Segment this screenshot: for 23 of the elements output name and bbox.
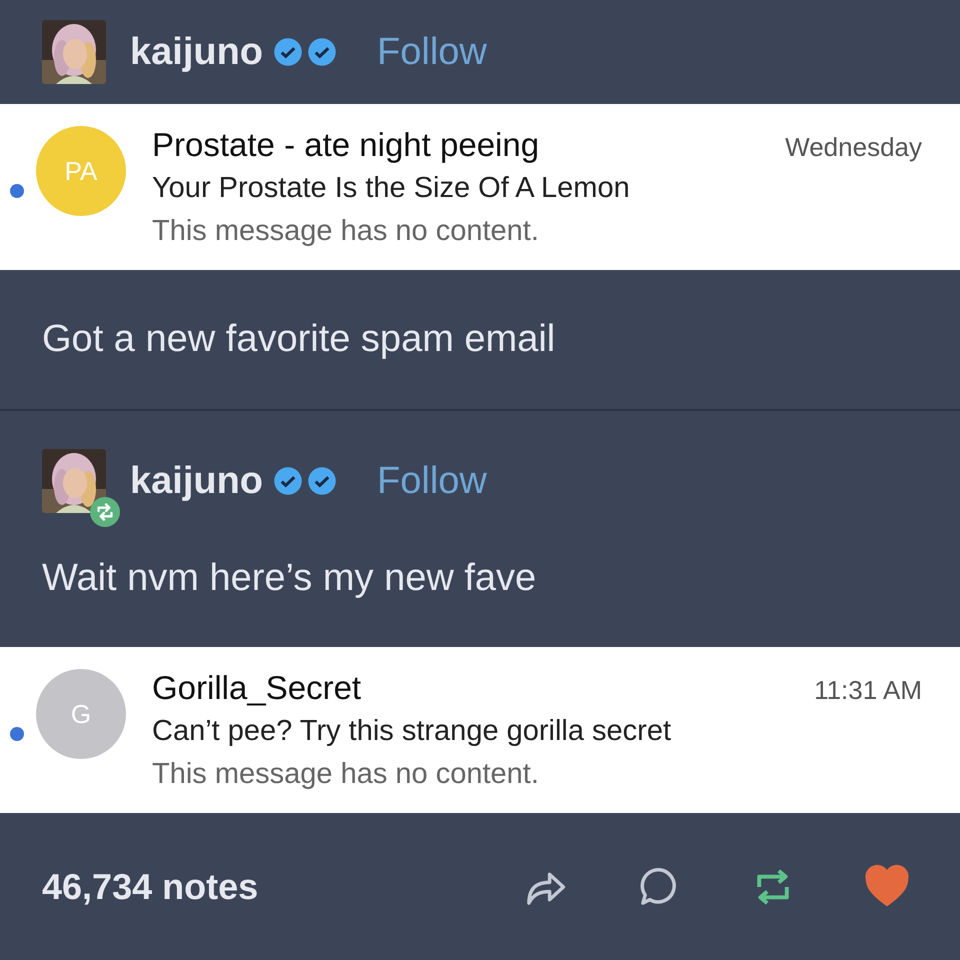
post-text: Wait nvm here’s my new fave: [42, 557, 536, 600]
verified-badge-icon: [307, 37, 338, 67]
email-time: 11:31 AM: [814, 675, 922, 706]
follow-link[interactable]: Follow: [377, 460, 487, 502]
email-preview: This message has no content.: [152, 758, 540, 791]
email-card[interactable]: G Gorilla_Secret 11:31 AM Can’t pee? Try this strange gorilla secret This message has no content.: [0, 647, 960, 813]
username[interactable]: kaijuno: [130, 460, 264, 502]
username[interactable]: kaijuno: [130, 30, 264, 74]
sender-avatar: PA: [36, 126, 126, 216]
verified-badge-icon: [307, 466, 338, 496]
verified-badge-icon: [273, 466, 304, 496]
notes-count[interactable]: 46,734 notes: [42, 866, 522, 908]
email-subject: Can’t pee? Try this strange gorilla secret: [152, 715, 672, 748]
sender-name: Gorilla_Secret: [152, 669, 362, 707]
verified-badge-icon: [273, 37, 304, 67]
email-card[interactable]: PA Prostate - ate night peeing Wednesday Your Prostate Is the Size Of A Lemon This message has no content.: [0, 104, 960, 270]
post-text: Got a new favorite spam email: [42, 318, 556, 361]
follow-link[interactable]: Follow: [377, 30, 487, 74]
email-preview: This message has no content.: [152, 215, 540, 248]
sender-name: Prostate - ate night peeing: [152, 126, 540, 164]
sender-avatar: G: [36, 669, 126, 759]
email-time: Wednesday: [785, 132, 922, 163]
email-subject: Your Prostate Is the Size Of A Lemon: [152, 172, 631, 205]
